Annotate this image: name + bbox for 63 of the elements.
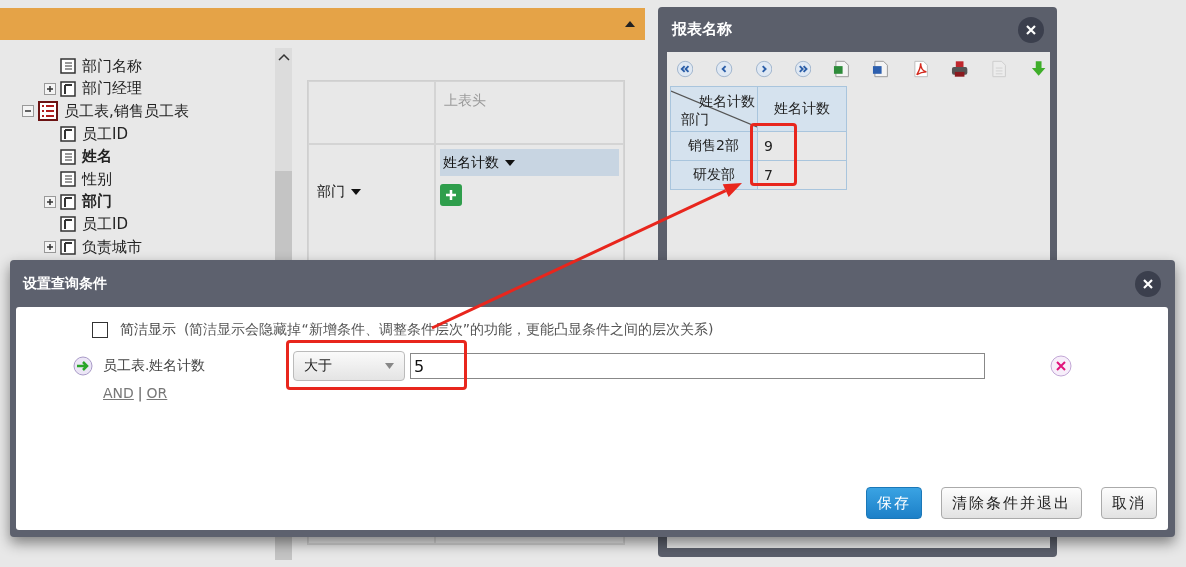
rewind-icon[interactable] bbox=[676, 60, 694, 78]
hierarchy-icon bbox=[60, 216, 76, 233]
collapse-icon[interactable] bbox=[625, 21, 635, 27]
row-field-dropdown[interactable]: 部门 bbox=[317, 183, 361, 201]
plus-icon bbox=[46, 84, 54, 93]
close-icon bbox=[1026, 24, 1036, 35]
tree-item[interactable]: 部门名称 bbox=[82, 56, 142, 76]
caret-icon bbox=[385, 363, 394, 369]
close-button[interactable] bbox=[1135, 270, 1161, 297]
tree-item[interactable]: 部门 bbox=[82, 192, 112, 212]
checkbox-label[interactable]: 简洁显示 bbox=[120, 321, 176, 339]
document-icon[interactable] bbox=[872, 60, 890, 78]
and-link[interactable]: AND bbox=[103, 385, 134, 401]
tree-toggle[interactable] bbox=[44, 82, 56, 95]
text-field-icon bbox=[60, 171, 76, 188]
dialog-button[interactable]: 取消 bbox=[1101, 487, 1157, 519]
tree-item[interactable]: 负责城市 bbox=[82, 237, 142, 257]
forward-icon[interactable] bbox=[754, 60, 772, 78]
tree-item[interactable]: 姓名 bbox=[82, 147, 112, 167]
tree-toggle[interactable] bbox=[44, 195, 56, 208]
checkbox[interactable] bbox=[92, 322, 108, 338]
tree-toggle[interactable] bbox=[44, 241, 56, 254]
pdf-icon[interactable] bbox=[911, 60, 930, 78]
forward-icon[interactable] bbox=[793, 60, 812, 78]
value-input[interactable]: 5 bbox=[410, 353, 985, 379]
column-header: 姓名计数 bbox=[757, 86, 847, 132]
highlight-frame bbox=[750, 123, 797, 186]
chevron-up-icon[interactable] bbox=[277, 53, 290, 61]
or-link[interactable]: OR bbox=[146, 385, 168, 401]
spreadsheet-icon[interactable] bbox=[833, 60, 851, 78]
column-field-label: 姓名计数 bbox=[699, 93, 755, 111]
tree-toggle[interactable] bbox=[22, 105, 34, 118]
hierarchy-icon bbox=[60, 239, 76, 256]
add-button[interactable] bbox=[440, 184, 462, 206]
text-field-icon bbox=[60, 58, 76, 75]
caret-icon bbox=[505, 159, 515, 166]
plus-icon bbox=[445, 189, 457, 201]
dialog-button[interactable]: 清除条件并退出 bbox=[941, 487, 1082, 519]
operator-select[interactable]: 大于 bbox=[293, 351, 405, 381]
plus-icon bbox=[46, 243, 54, 252]
close-icon bbox=[1143, 278, 1153, 289]
hierarchy-icon bbox=[60, 126, 76, 143]
value-field-dropdown[interactable]: 姓名计数 bbox=[440, 149, 619, 176]
plus-icon bbox=[46, 197, 54, 206]
tree-item[interactable]: 员工ID bbox=[82, 214, 128, 234]
tree-item[interactable]: 性别 bbox=[82, 169, 112, 189]
condition-field-label: 员工表.姓名计数 bbox=[103, 357, 207, 375]
caret-icon bbox=[351, 189, 361, 195]
window-title: 报表名称 bbox=[670, 20, 732, 39]
tree-item[interactable]: 部门经理 bbox=[82, 79, 142, 99]
tree-item[interactable]: 员工表,销售员工表 bbox=[64, 102, 189, 121]
text-field-icon bbox=[60, 148, 76, 165]
dialog-title: 设置查询条件 bbox=[23, 274, 107, 293]
hierarchy-icon bbox=[60, 193, 76, 210]
tree-item[interactable]: 员工ID bbox=[82, 124, 128, 144]
remove-icon[interactable] bbox=[1050, 355, 1072, 377]
separator-text: | bbox=[137, 385, 143, 401]
printer-icon[interactable] bbox=[951, 60, 969, 78]
table-icon bbox=[38, 101, 58, 122]
row-field-label: 部门 bbox=[681, 111, 709, 129]
close-button[interactable] bbox=[1018, 16, 1044, 43]
hierarchy-icon bbox=[60, 80, 76, 97]
rewind-icon[interactable] bbox=[715, 60, 733, 78]
